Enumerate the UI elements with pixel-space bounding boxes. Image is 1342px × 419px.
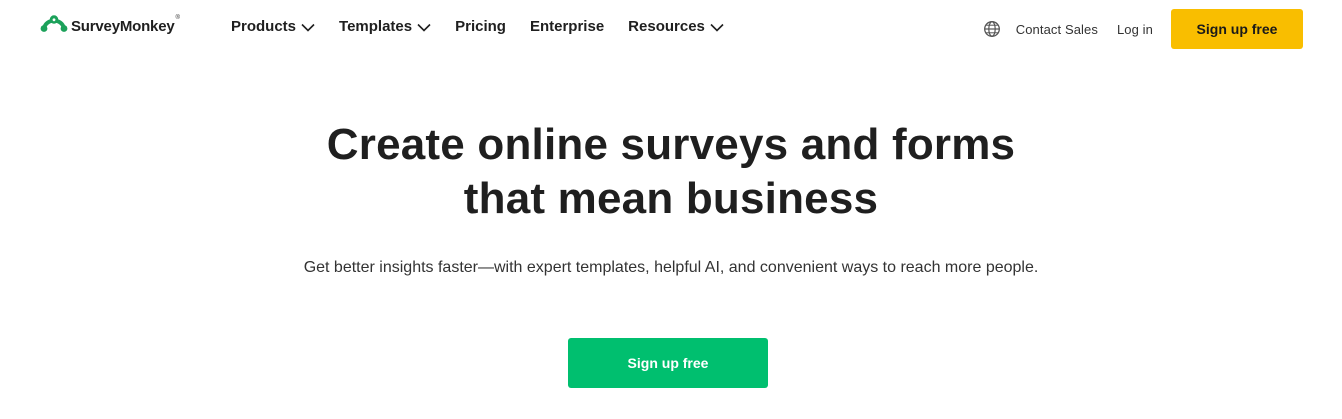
surveymonkey-logo[interactable]: SurveyMonkey® bbox=[38, 13, 180, 37]
hero-title-line-1: Create online surveys and forms bbox=[326, 120, 1016, 169]
header-signup-button[interactable]: Sign up free bbox=[1171, 9, 1303, 49]
globe-icon[interactable] bbox=[983, 20, 1001, 38]
nav-templates[interactable]: Templates bbox=[339, 17, 431, 37]
nav-products-label: Products bbox=[231, 18, 297, 35]
nav-resources-label: Resources bbox=[628, 18, 705, 35]
nav-enterprise[interactable]: Enterprise bbox=[530, 17, 604, 37]
surveymonkey-logo-icon bbox=[40, 15, 68, 32]
chevron-down-icon bbox=[710, 23, 724, 32]
site-header: SurveyMonkey® Products Templates Pricing… bbox=[0, 0, 1342, 58]
utility-nav: Contact Sales Log in Sign up free bbox=[983, 9, 1303, 49]
hero-subtitle: Get better insights faster—with expert t… bbox=[303, 259, 1039, 276]
login-link[interactable]: Log in bbox=[1117, 22, 1153, 37]
hero-signup-button[interactable]: Sign up free bbox=[568, 338, 768, 388]
hero-title: Create online surveys and forms that mea… bbox=[0, 118, 1342, 226]
chevron-down-icon bbox=[417, 23, 431, 32]
nav-enterprise-label: Enterprise bbox=[529, 18, 605, 35]
chevron-down-icon bbox=[301, 23, 315, 32]
logo-wordmark: SurveyMonkey® bbox=[71, 14, 180, 35]
hero-title-line-2: that mean business bbox=[463, 174, 879, 223]
page: SurveyMonkey® Products Templates Pricing… bbox=[0, 0, 1342, 419]
main-nav: Products Templates Pricing Enterprise Re… bbox=[231, 17, 748, 37]
nav-pricing-label: Pricing bbox=[455, 18, 506, 35]
nav-pricing[interactable]: Pricing bbox=[455, 17, 506, 37]
nav-resources[interactable]: Resources bbox=[628, 17, 724, 37]
nav-templates-label: Templates bbox=[339, 18, 413, 35]
contact-sales-link[interactable]: Contact Sales bbox=[1016, 22, 1098, 37]
nav-products[interactable]: Products bbox=[231, 17, 315, 37]
